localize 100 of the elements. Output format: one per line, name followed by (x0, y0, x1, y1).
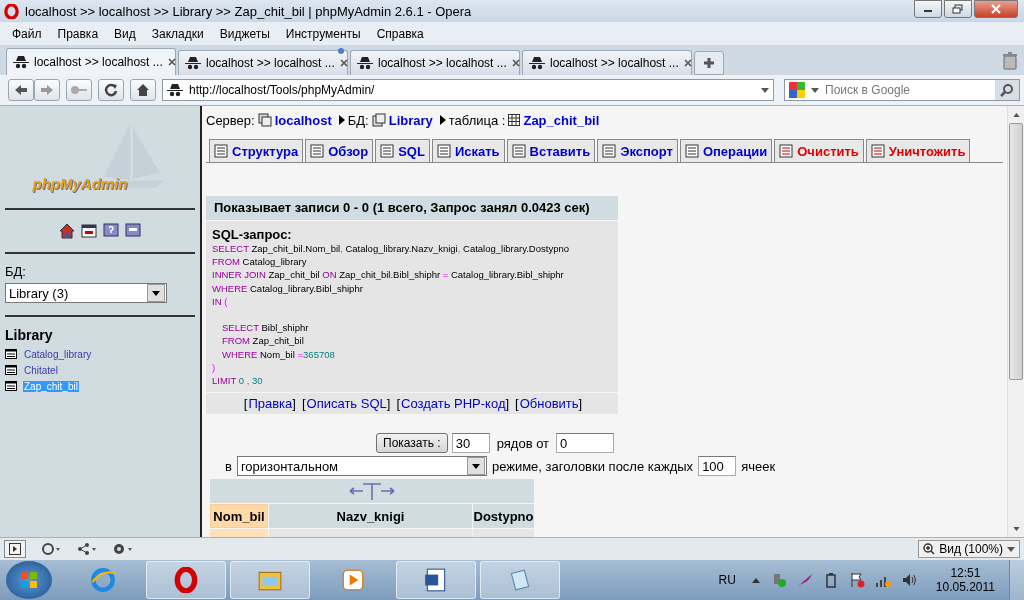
caret-icon[interactable] (811, 87, 819, 93)
action-tab[interactable]: Операции (679, 139, 773, 162)
browser-tab[interactable]: localhost >> localhost ... (522, 50, 692, 75)
folder-taskbar-icon[interactable] (230, 561, 310, 599)
close-tab-icon[interactable] (339, 59, 348, 67)
action-tab[interactable]: Уничтожить (865, 139, 971, 162)
column-arrows-icon[interactable] (349, 481, 395, 502)
caret-icon[interactable] (761, 87, 769, 93)
bracket: [ (396, 396, 401, 412)
table-link[interactable]: Chitatel (23, 364, 59, 376)
back-button[interactable] (8, 79, 34, 101)
maximize-button[interactable] (944, 0, 972, 18)
action-tab[interactable]: Обзор (305, 139, 374, 162)
sql-line: ) (212, 360, 217, 374)
action-tab[interactable]: Очистить (774, 139, 864, 162)
offset-field[interactable]: 0 (556, 433, 615, 454)
opera-logo-icon (4, 3, 19, 19)
search-button[interactable] (995, 80, 1019, 100)
query-link[interactable]: Создать PHP-код (401, 396, 506, 412)
opera-taskbar-icon[interactable] (146, 561, 226, 599)
spy-icon (185, 56, 201, 70)
close-button[interactable] (974, 0, 1018, 18)
database-icon (371, 113, 386, 127)
menu-item[interactable]: Виджеты (211, 26, 278, 41)
table-link[interactable]: Catalog_library (23, 348, 93, 360)
mode-select[interactable]: горизонтальном (236, 456, 487, 477)
share-icon[interactable] (76, 543, 98, 555)
panel-toggle-button[interactable] (4, 540, 26, 558)
browser-tab[interactable]: localhost >> localhost ... (350, 50, 520, 75)
speed-dial-icon[interactable] (112, 543, 134, 555)
menu-item[interactable]: Закладки (143, 26, 212, 41)
sql-query-label: SQL-запрос: (212, 227, 293, 242)
search-engine-icon[interactable] (789, 82, 805, 98)
sql-line: FROM Catalog_library (212, 255, 308, 269)
action-tab[interactable]: Вставить (506, 139, 596, 162)
table-icon[interactable] (5, 381, 17, 391)
minimize-button[interactable] (914, 0, 942, 18)
tab-icon (779, 144, 794, 158)
close-tab-icon[interactable] (511, 59, 520, 67)
help-icon[interactable] (103, 223, 119, 239)
action-tab[interactable]: Экспорт (597, 139, 678, 162)
language-indicator[interactable]: RU (718, 573, 736, 587)
sql-window-icon[interactable] (81, 223, 97, 239)
windows-logo-icon (19, 570, 39, 590)
column-header[interactable]: Dostypno (473, 504, 534, 529)
table-icon[interactable] (5, 365, 17, 375)
action-tab[interactable]: Структура (209, 139, 304, 162)
action-tab[interactable]: Искать (431, 139, 505, 162)
flag-icon[interactable] (848, 572, 865, 588)
zoom-icon (923, 543, 936, 555)
browser-tab[interactable]: localhost >> localhost ... (6, 48, 176, 75)
rows-label: рядов от (495, 435, 551, 451)
tray-arrow-icon[interactable] (751, 577, 760, 583)
key-icon (70, 85, 88, 95)
new-tab-button[interactable] (694, 51, 724, 75)
menu-item[interactable]: Файл (4, 26, 50, 41)
query-link[interactable]: Обновить (519, 396, 579, 412)
bracket: [ (515, 396, 519, 412)
repeat-field[interactable]: 100 (698, 456, 737, 477)
zoom-button[interactable]: Вид (100%) (918, 540, 1020, 558)
sql-query-icon[interactable] (125, 223, 141, 239)
column-header[interactable]: Nom_bil (210, 504, 268, 529)
speaker-icon[interactable] (900, 572, 917, 588)
database-title[interactable]: Library (5, 327, 195, 343)
address-field[interactable]: http://localhost/Tools/phpMyAdmin/ (162, 79, 774, 101)
rows-field[interactable]: 30 (451, 433, 490, 454)
reload-button[interactable] (98, 79, 124, 101)
action-tab[interactable]: SQL (375, 139, 430, 162)
scrollbar-thumb[interactable] (1009, 123, 1023, 380)
clock[interactable]: 12:51 10.05.2011 (935, 566, 995, 594)
close-tab-icon[interactable] (683, 59, 692, 67)
menu-item[interactable]: Вид (106, 26, 144, 41)
sync-icon[interactable] (40, 543, 62, 555)
close-tab-icon[interactable] (167, 58, 176, 66)
document-taskbar-icon[interactable] (396, 561, 476, 599)
server-link[interactable]: localhost (274, 112, 332, 128)
database-link[interactable]: Library (388, 112, 433, 128)
menu-item[interactable]: Инструменты (277, 26, 369, 41)
home-button[interactable] (130, 79, 156, 101)
sql-line: WHERE Nom_bil =365708 (221, 347, 336, 361)
tab-icon (310, 144, 325, 158)
start-button[interactable] (6, 561, 52, 599)
bracket: ] (505, 396, 510, 412)
database-select[interactable]: Library (3) (5, 283, 167, 303)
menu-item[interactable]: Справка (368, 26, 432, 41)
query-link[interactable]: Описать SQL (306, 396, 387, 412)
unread-dot (338, 48, 344, 54)
menu-item[interactable]: Правка (49, 26, 107, 41)
home-icon[interactable] (59, 223, 75, 239)
browser-tab[interactable]: localhost >> localhost ... (178, 50, 348, 75)
sql-line: FROM Zap_chit_bil (221, 334, 305, 348)
tab-icon (436, 144, 451, 158)
cells-label: ячеек (740, 458, 777, 474)
search-field[interactable]: Поиск в Google (784, 79, 1020, 101)
sql-line: WHERE Catalog_library.Bibl_shiphr (212, 281, 364, 295)
table-link[interactable]: Zap_chit_bil (523, 112, 600, 128)
show-button[interactable]: Показать : (376, 433, 448, 454)
table-icon[interactable] (5, 349, 17, 359)
triangle-icon (439, 115, 446, 125)
column-header[interactable]: Nazv_knigi (269, 504, 472, 529)
